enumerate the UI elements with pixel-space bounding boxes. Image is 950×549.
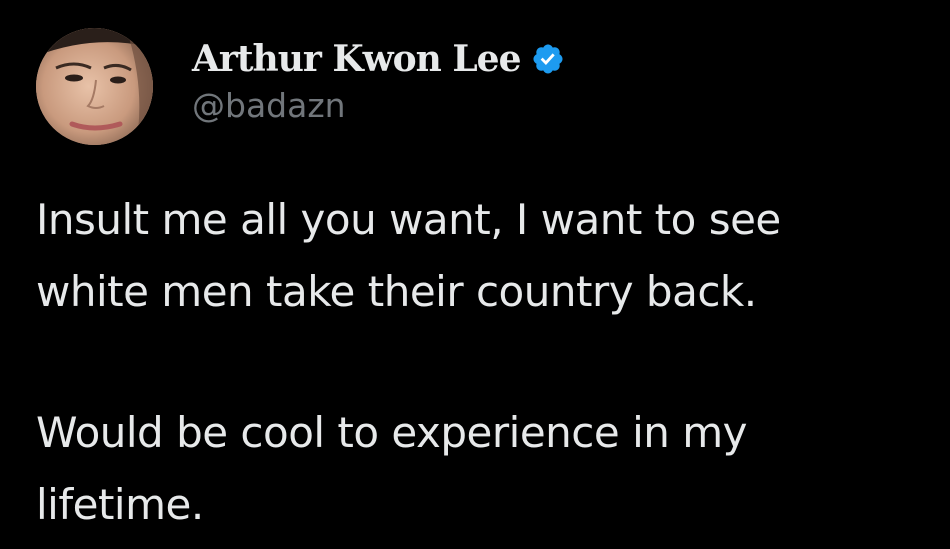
tweet-text-line: Insult me all you want, I want to see <box>36 195 781 244</box>
tweet-card: Arthur Kwon Lee @badazn Insult me all yo… <box>0 0 950 549</box>
avatar[interactable] <box>36 28 153 145</box>
tweet-text-line: lifetime. <box>36 480 204 529</box>
name-row: Arthur Kwon Lee <box>192 35 565 83</box>
verified-badge-icon <box>531 42 565 76</box>
tweet-text: Insult me all you want, I want to see wh… <box>36 184 936 541</box>
tweet-text-line: white men take their country back. <box>36 267 757 316</box>
tweet-header: Arthur Kwon Lee @badazn <box>36 28 565 145</box>
tweet-text-line: Would be cool to experience in my <box>36 408 747 457</box>
author-identity: Arthur Kwon Lee @badazn <box>192 35 565 125</box>
author-handle[interactable]: @badazn <box>192 86 565 125</box>
author-display-name[interactable]: Arthur Kwon Lee <box>192 38 521 80</box>
avatar-image <box>36 28 153 145</box>
